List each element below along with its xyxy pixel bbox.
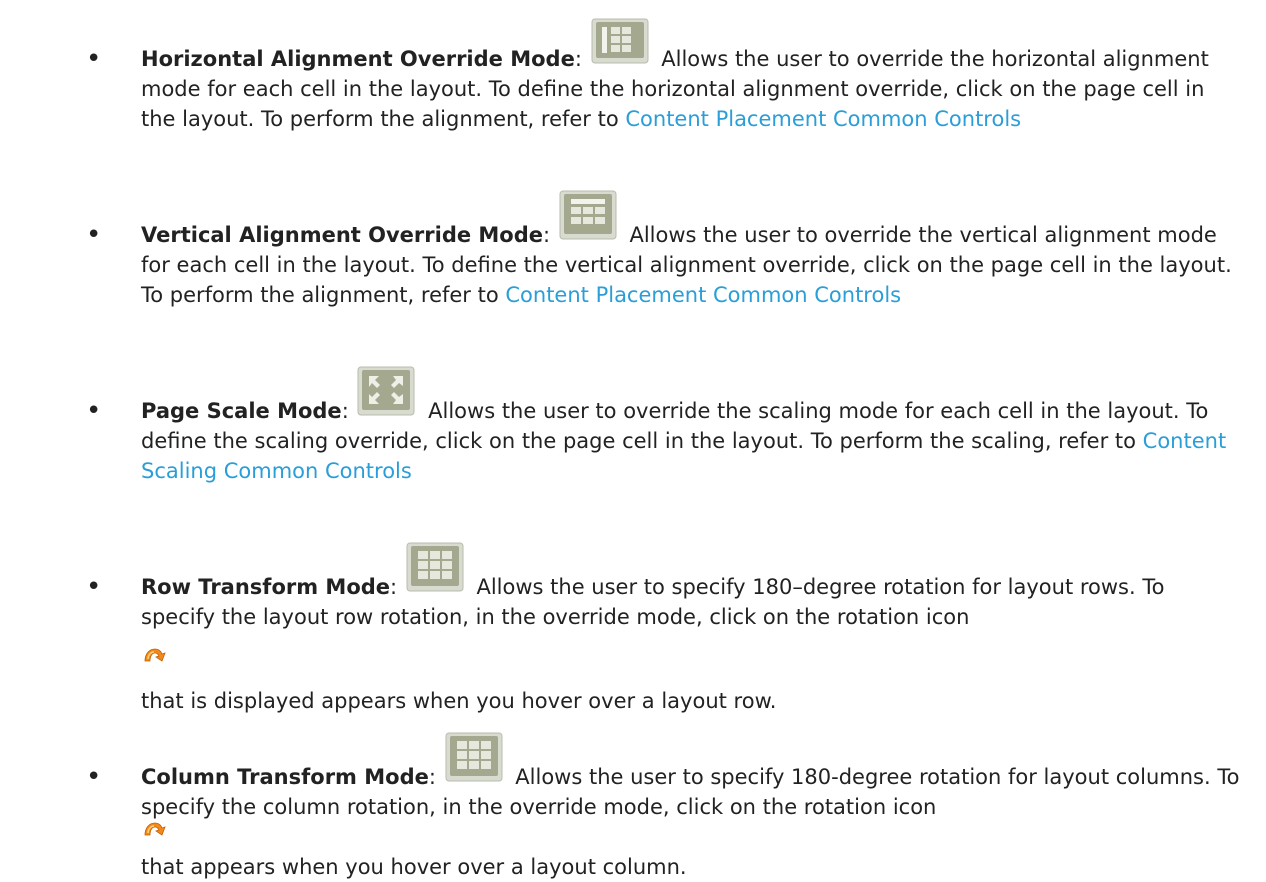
horizontal-alignment-grid-icon [591, 18, 649, 64]
row-transform-grid-icon [406, 542, 464, 592]
description-continued: that is displayed appears when you hover… [141, 689, 777, 713]
term-horizontal-alignment: Horizontal Alignment Override Mode [141, 47, 575, 71]
vertical-alignment-grid-icon [559, 190, 617, 240]
rotation-icon [144, 822, 166, 836]
bullet: • [86, 396, 102, 426]
bullet: • [86, 220, 102, 250]
column-transform-grid-icon [445, 732, 503, 782]
term-page-scale: Page Scale Mode [141, 399, 342, 423]
bullet: • [86, 762, 102, 792]
term-column-transform: Column Transform Mode [141, 765, 429, 789]
document-page: • Horizontal Alignment Override Mode: Al… [0, 0, 1266, 882]
rotation-icon [144, 648, 166, 662]
bullet: • [86, 572, 102, 602]
term-row-transform: Row Transform Mode [141, 575, 391, 599]
term-vertical-alignment: Vertical Alignment Override Mode [141, 223, 544, 247]
link-content-placement-common-controls[interactable]: Content Placement Common Controls [505, 283, 901, 307]
bullet: • [86, 44, 102, 74]
link-content-placement-common-controls[interactable]: Content Placement Common Controls [625, 107, 1021, 131]
page-scale-arrows-icon [357, 366, 415, 416]
description-continued: that appears when you hover over a layou… [141, 855, 687, 879]
